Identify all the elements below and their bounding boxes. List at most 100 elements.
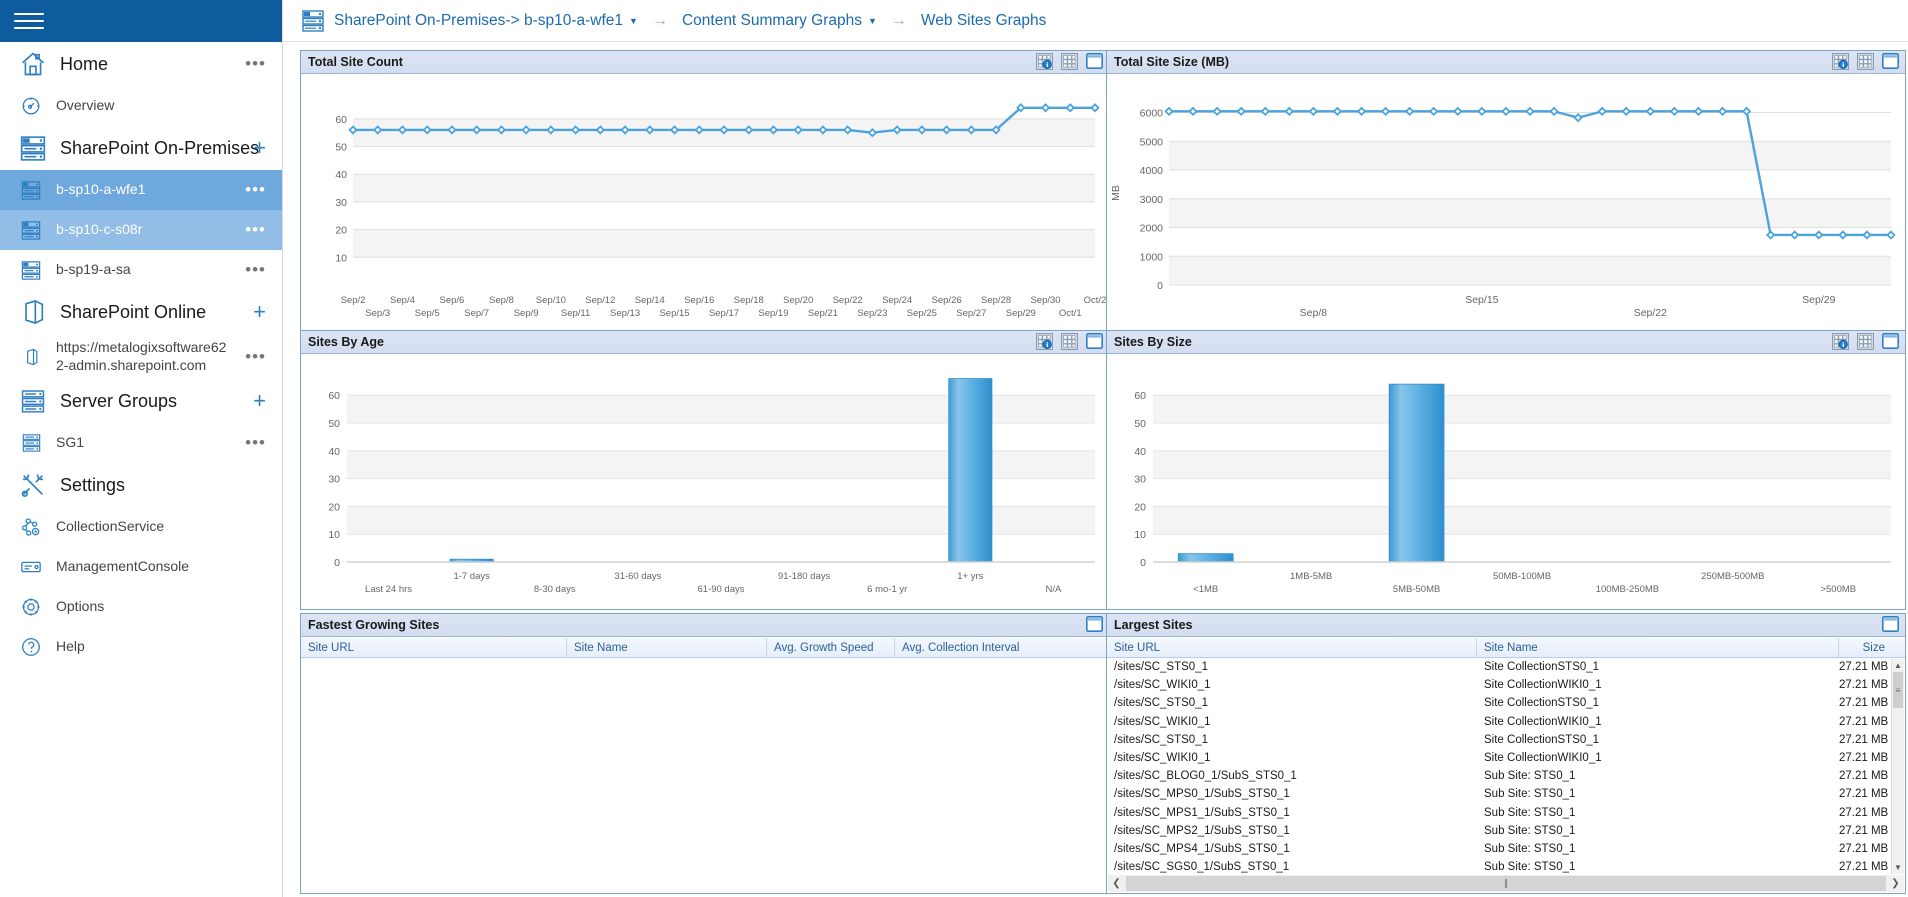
chevron-down-icon[interactable]: ▼ bbox=[629, 16, 638, 26]
server-small-icon bbox=[14, 175, 48, 205]
table-cell: Sub Site: STS0_1 bbox=[1484, 806, 1576, 819]
horizontal-scrollbar[interactable]: ❮ ∥ ❯ bbox=[1108, 875, 1904, 892]
chart-info-icon[interactable] bbox=[1832, 53, 1849, 70]
maximize-icon[interactable] bbox=[1882, 616, 1899, 633]
breadcrumb-item-0[interactable]: SharePoint On-Premises-> b-sp10-a-wfe1 ▼ bbox=[334, 12, 638, 30]
column-header[interactable]: Avg. Growth Speed bbox=[767, 637, 895, 658]
add-icon[interactable]: + bbox=[253, 390, 266, 412]
column-header[interactable]: Site Name bbox=[1477, 637, 1839, 658]
more-options-icon[interactable]: ••• bbox=[245, 261, 266, 278]
more-options-icon[interactable]: ••• bbox=[245, 221, 266, 238]
more-options-icon[interactable]: ••• bbox=[245, 348, 266, 365]
column-header[interactable]: Site Name bbox=[567, 637, 767, 658]
table-row[interactable]: /sites/SC_STS0_1 Site CollectionSTS0_1 27.… bbox=[1107, 731, 1891, 749]
table-row[interactable]: /sites/SC_WIKI0_1 Site CollectionWIKI0_1 2… bbox=[1107, 749, 1891, 767]
table-cell: /sites/SC_STS0_1 bbox=[1114, 733, 1208, 746]
breadcrumb-item-1[interactable]: Content Summary Graphs ▼ bbox=[682, 12, 877, 30]
panel-header: Sites By Size bbox=[1107, 331, 1905, 354]
sidebar-header bbox=[0, 0, 282, 42]
svg-text:Oct/2: Oct/2 bbox=[1084, 295, 1107, 306]
add-icon[interactable]: + bbox=[253, 137, 266, 159]
sidebar-item-overview[interactable]: Overview bbox=[0, 86, 282, 126]
panel-title: Sites By Size bbox=[1114, 335, 1192, 349]
server-icon bbox=[301, 9, 325, 32]
maximize-icon[interactable] bbox=[1086, 616, 1103, 633]
chevron-down-icon[interactable]: ▼ bbox=[868, 16, 877, 26]
svg-text:2000: 2000 bbox=[1140, 223, 1164, 235]
sidebar-item-managementconsole[interactable]: ManagementConsole bbox=[0, 547, 282, 587]
svg-text:5MB-50MB: 5MB-50MB bbox=[1393, 584, 1441, 595]
table-cell: Sub Site: STS0_1 bbox=[1484, 824, 1576, 837]
panel-title: Sites By Age bbox=[308, 335, 384, 349]
scrollbar-thumb[interactable]: ≡ bbox=[1893, 672, 1903, 708]
chart-info-icon[interactable] bbox=[1832, 333, 1849, 350]
sidebar-item-help[interactable]: Help bbox=[0, 627, 282, 667]
sidebar-item-options[interactable]: Options bbox=[0, 587, 282, 627]
svg-text:Sep/16: Sep/16 bbox=[684, 295, 714, 306]
table-cell: Site CollectionSTS0_1 bbox=[1484, 661, 1600, 674]
table-row[interactable]: /sites/SC_STS0_1 Site CollectionSTS0_1 27.… bbox=[1107, 658, 1891, 676]
sidebar-item-home[interactable]: Home ••• bbox=[0, 42, 282, 86]
sidebar-item-b-sp10-a-wfe1[interactable]: b-sp10-a-wfe1 ••• bbox=[0, 170, 282, 210]
more-options-icon[interactable]: ••• bbox=[245, 55, 266, 72]
sidebar-item-b-sp19-a-sa[interactable]: b-sp19-a-sa ••• bbox=[0, 250, 282, 290]
column-header[interactable]: Size bbox=[1839, 638, 1891, 658]
panel-total-site-count: Total Site Count 10 20 30 40 50 60 Sep/2 Sep/3 S… bbox=[300, 50, 1110, 335]
maximize-icon[interactable] bbox=[1882, 333, 1899, 350]
sidebar-item-collectionservice[interactable]: CollectionService bbox=[0, 507, 282, 547]
maximize-icon[interactable] bbox=[1882, 53, 1899, 70]
panel-body: 0 10 20 30 40 50 60 <1MB 1MB-5MB 5MB-50MB 50MB-100… bbox=[1107, 355, 1905, 609]
add-icon[interactable]: + bbox=[253, 301, 266, 323]
panel-title: Fastest Growing Sites bbox=[308, 618, 440, 632]
table-row[interactable]: /sites/SC_SGS0_1/SubS_STS0_1 Sub Site: ST… bbox=[1107, 858, 1891, 876]
server-icon bbox=[14, 131, 52, 165]
table-cell: 27.21 MB bbox=[1839, 842, 1889, 855]
sidebar-item-https-metalogixsoftware622-admin[interactable]: https://metalogixsoftware622-admin.share… bbox=[0, 334, 282, 379]
scroll-right-arrow-icon[interactable]: ❯ bbox=[1887, 875, 1904, 892]
column-header[interactable]: Site URL bbox=[1107, 637, 1477, 658]
sidebar-item-sg1[interactable]: SG1 ••• bbox=[0, 423, 282, 463]
table-row[interactable]: /sites/SC_BLOG0_1/SubS_STS0_1 Sub Site: S… bbox=[1107, 767, 1891, 785]
chart-info-icon[interactable] bbox=[1036, 53, 1053, 70]
column-header[interactable]: Site URL bbox=[301, 637, 567, 658]
grid-icon[interactable] bbox=[1857, 53, 1874, 70]
sidebar-item-sharepoint-online[interactable]: SharePoint Online + bbox=[0, 290, 282, 334]
more-options-icon[interactable]: ••• bbox=[245, 434, 266, 451]
more-options-icon[interactable]: ••• bbox=[245, 181, 266, 198]
table-row[interactable]: /sites/SC_MPS1_1/SubS_STS0_1 Sub Site: ST… bbox=[1107, 804, 1891, 822]
chart-sites-by-size: 0 10 20 30 40 50 60 <1MB 1MB-5MB 5MB-50MB 50MB-100… bbox=[1134, 383, 1891, 595]
table-row[interactable]: /sites/SC_MPS2_1/SubS_STS0_1 Sub Site: ST… bbox=[1107, 822, 1891, 840]
panel-header: Total Site Size (MB) bbox=[1107, 51, 1905, 74]
table-row[interactable]: /sites/SC_WIKI0_1 Site CollectionWIKI0_1 2… bbox=[1107, 713, 1891, 731]
breadcrumb-item-2[interactable]: Web Sites Graphs bbox=[921, 12, 1047, 30]
scroll-down-arrow-icon[interactable]: ▼ bbox=[1892, 861, 1904, 874]
vertical-scrollbar[interactable]: ▲ ≡ ▼ bbox=[1891, 659, 1904, 874]
table-body: /sites/SC_STS0_1 Site CollectionSTS0_1 27.… bbox=[1107, 658, 1905, 876]
sidebar-item-settings[interactable]: Settings bbox=[0, 463, 282, 507]
sidebar-item-label: Overview bbox=[56, 97, 115, 114]
column-header[interactable]: Avg. Collection Interval bbox=[895, 638, 1107, 658]
table-cell: /sites/SC_WIKI0_1 bbox=[1114, 715, 1211, 728]
sidebar-item-label: ManagementConsole bbox=[56, 558, 190, 575]
hamburger-icon[interactable] bbox=[14, 8, 44, 34]
sidebar-item-sharepoint-on-premises[interactable]: SharePoint On-Premises + bbox=[0, 126, 282, 170]
table-row[interactable]: /sites/SC_MPS0_1/SubS_STS0_1 Sub Site: ST… bbox=[1107, 785, 1891, 803]
sidebar-item-b-sp10-c-s08r[interactable]: b-sp10-c-s08r ••• bbox=[0, 210, 282, 250]
server-small-icon bbox=[14, 215, 48, 245]
table-cell: /sites/SC_MPS1_1/SubS_STS0_1 bbox=[1114, 806, 1290, 819]
table-row[interactable]: /sites/SC_WIKI0_1 Site CollectionWIKI0_1 2… bbox=[1107, 676, 1891, 694]
grid-icon[interactable] bbox=[1061, 53, 1078, 70]
panel-total-site-size: Total Site Size (MB) 0 1000 2000 3000 4000 50… bbox=[1106, 50, 1906, 335]
table-row[interactable]: /sites/SC_STS0_1 Site CollectionSTS0_1 27.… bbox=[1107, 694, 1891, 712]
sidebar-item-server-groups[interactable]: Server Groups + bbox=[0, 379, 282, 423]
chart-info-icon[interactable] bbox=[1036, 333, 1053, 350]
grid-icon[interactable] bbox=[1857, 333, 1874, 350]
maximize-icon[interactable] bbox=[1086, 333, 1103, 350]
scrollbar-thumb[interactable]: ∥ bbox=[1126, 876, 1886, 891]
scroll-left-arrow-icon[interactable]: ❮ bbox=[1108, 875, 1125, 892]
maximize-icon[interactable] bbox=[1086, 53, 1103, 70]
table-row[interactable]: /sites/SC_MPS4_1/SubS_STS0_1 Sub Site: ST… bbox=[1107, 840, 1891, 858]
scroll-up-arrow-icon[interactable]: ▲ bbox=[1892, 659, 1904, 672]
svg-text:40: 40 bbox=[328, 446, 340, 458]
grid-icon[interactable] bbox=[1061, 333, 1078, 350]
